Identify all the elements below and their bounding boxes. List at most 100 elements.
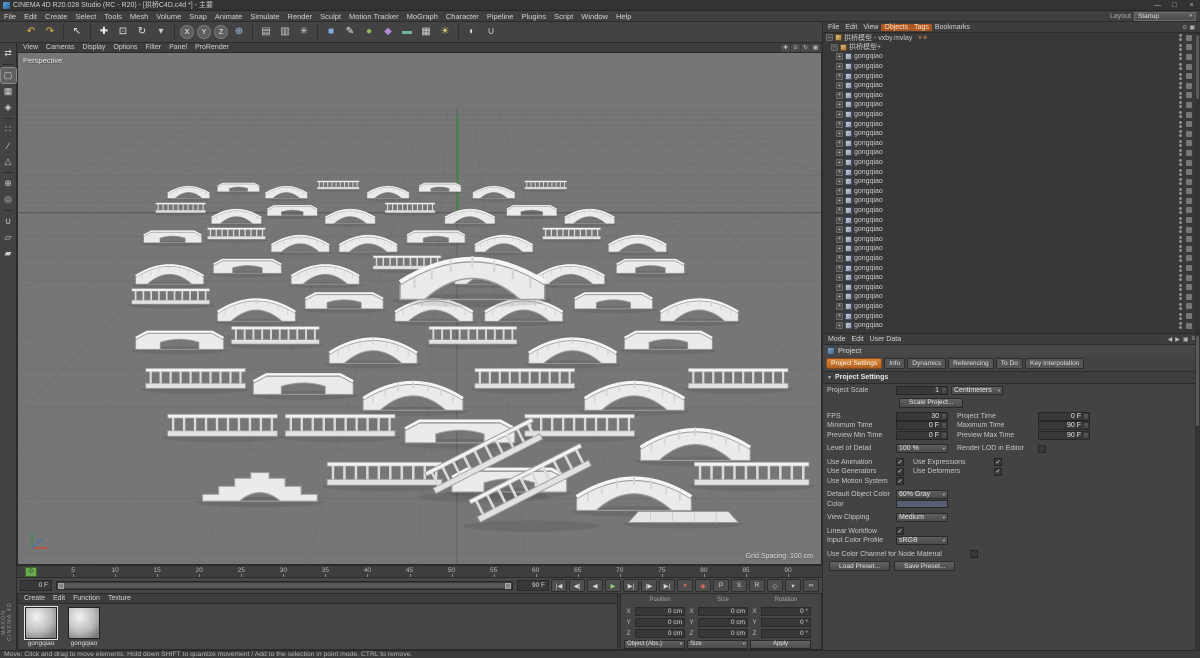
object-row[interactable]: + gongqiao [823, 244, 1195, 254]
expand-icon[interactable]: + [836, 139, 843, 147]
menu-mograph[interactable]: MoGraph [403, 12, 442, 21]
menu-simulate[interactable]: Simulate [246, 12, 283, 21]
add-cube-icon[interactable]: ■ [322, 23, 340, 41]
object-name[interactable]: 拱桥模型+ [849, 42, 881, 52]
visibility-dots[interactable] [1179, 254, 1182, 262]
tab-referencing[interactable]: Referencing [948, 358, 994, 369]
om-menu-objects[interactable]: Objects [881, 23, 912, 31]
pan-view-icon[interactable]: ✚ [781, 43, 790, 52]
object-row[interactable]: + gongqiao [823, 311, 1195, 321]
object-row[interactable]: + gongqiao [823, 196, 1195, 206]
object-row[interactable]: + gongqiao [823, 71, 1195, 81]
range-handle-left[interactable] [58, 583, 64, 589]
fps-field[interactable]: 30 [896, 411, 948, 421]
visibility-dots[interactable] [1179, 274, 1182, 282]
tab-dynamics[interactable]: Dynamics [907, 358, 947, 369]
expand-icon[interactable]: + [836, 72, 843, 80]
add-light-icon[interactable]: ☀ [436, 23, 454, 41]
viewport-menu-panel[interactable]: Panel [165, 44, 191, 51]
next-frame-button[interactable]: ▶| [623, 579, 639, 592]
preview-range-slider[interactable] [56, 581, 513, 590]
record-position-button[interactable]: P [713, 579, 729, 592]
default-object-color-dropdown[interactable]: 60% Gray ▾ [896, 490, 948, 500]
load-preset-button[interactable]: Load Preset... [829, 561, 891, 571]
visibility-dots[interactable] [1179, 283, 1182, 291]
points-mode-icon[interactable]: ∷ [1, 122, 16, 137]
object-name[interactable]: gongqiao [854, 111, 883, 118]
expand-icon[interactable]: + [836, 63, 843, 71]
apply-button[interactable]: Apply [750, 639, 811, 649]
object-row[interactable]: + gongqiao [823, 273, 1195, 283]
rotation-z-field[interactable]: 0 ° [761, 628, 811, 638]
workplane-icon[interactable]: ▱ [1, 230, 16, 245]
layer-tag-icon[interactable] [1186, 130, 1192, 137]
menu-file[interactable]: File [0, 12, 20, 21]
object-row[interactable]: + gongqiao [823, 139, 1195, 149]
play-forward-button[interactable]: ▶ [605, 579, 621, 592]
scale-icon[interactable]: ⊡ [114, 23, 132, 41]
attribute-manager-scrollbar[interactable] [1195, 334, 1200, 650]
model-mode-icon[interactable]: ▢ [0, 67, 17, 84]
render-picture-viewer-icon[interactable]: ▥ [276, 23, 294, 41]
visibility-dots[interactable] [1179, 111, 1182, 119]
object-row[interactable]: + gongqiao [823, 100, 1195, 110]
use-color-channel-for-node-material-checkbox[interactable] [970, 550, 978, 559]
menu-create[interactable]: Create [41, 12, 72, 21]
object-name[interactable]: gongqiao [854, 92, 883, 99]
menu-edit[interactable]: Edit [20, 12, 41, 21]
om-menu-bookmarks[interactable]: Bookmarks [932, 24, 973, 31]
object-row[interactable]: + gongqiao [823, 177, 1195, 187]
visibility-dots[interactable] [1179, 120, 1182, 128]
layer-tag-icon[interactable] [1186, 178, 1192, 185]
texture-mode-icon[interactable]: ▦ [1, 84, 16, 99]
render-view-icon[interactable]: ▤ [257, 23, 275, 41]
visibility-dots[interactable] [1179, 149, 1182, 157]
object-row[interactable]: + gongqiao [823, 110, 1195, 120]
visibility-dots[interactable] [1179, 139, 1182, 147]
object-row[interactable]: + gongqiao [823, 302, 1195, 312]
visibility-dots[interactable] [1179, 216, 1182, 224]
tab-to-do[interactable]: To Do [995, 358, 1023, 369]
material-menu-function[interactable]: Function [69, 595, 104, 602]
expand-icon[interactable]: + [836, 187, 843, 195]
close-button[interactable]: × [1183, 0, 1200, 10]
enable-snap-icon[interactable]: ∪ [1, 214, 16, 229]
last-used-tool-icon[interactable]: ▾ [152, 23, 170, 41]
object-tag-badge[interactable]: v e [918, 34, 927, 41]
move-icon[interactable]: ✚ [95, 23, 113, 41]
coordinate-system-icon[interactable]: ⊕ [230, 23, 248, 41]
toggle-views-icon[interactable]: ▦ [811, 43, 820, 52]
view-clipping-dropdown[interactable]: Medium ▾ [896, 513, 948, 523]
rotate-icon[interactable]: ↻ [133, 23, 151, 41]
display-mode-icon[interactable]: ◐ [463, 23, 481, 41]
rotation-x-field[interactable]: 0 ° [761, 606, 811, 616]
current-frame-field[interactable]: 0 F [20, 580, 52, 591]
add-generator-icon[interactable]: ● [360, 23, 378, 41]
menu-select[interactable]: Select [72, 12, 101, 21]
layer-tag-icon[interactable] [1186, 245, 1192, 252]
history-back-icon[interactable]: ◀ [1168, 336, 1173, 343]
object-name[interactable]: gongqiao [854, 207, 883, 214]
om-lock-icon[interactable]: ▣ [1189, 24, 1195, 31]
menu-snap[interactable]: Snap [185, 12, 211, 21]
layer-tag-icon[interactable] [1186, 255, 1192, 262]
record-scale-button[interactable]: S [731, 579, 747, 592]
workplane-mode-icon[interactable]: ◈ [1, 100, 16, 115]
object-name[interactable]: gongqiao [854, 53, 883, 60]
use-generators-checkbox[interactable]: ✓ [896, 467, 904, 476]
tab-key-interpolation[interactable]: Key Interpolation [1024, 358, 1085, 369]
goto-end-button[interactable]: ▶| [659, 579, 675, 592]
scrollbar-thumb[interactable] [1196, 336, 1199, 426]
visibility-dots[interactable] [1179, 178, 1182, 186]
expand-icon[interactable]: + [836, 159, 843, 167]
object-name[interactable]: gongqiao [854, 322, 883, 329]
om-menu-view[interactable]: View [860, 24, 881, 31]
menu-tools[interactable]: Tools [100, 12, 126, 21]
layer-tag-icon[interactable] [1186, 236, 1192, 243]
viewport-menu-view[interactable]: View [19, 44, 42, 51]
edges-mode-icon[interactable]: ∕ [1, 138, 16, 153]
object-row[interactable]: − 拱桥模型+ [823, 43, 1195, 53]
position-y-field[interactable]: 0 cm [635, 617, 685, 627]
section-header[interactable]: ▼ Project Settings [823, 371, 1200, 384]
object-name[interactable]: gongqiao [854, 63, 883, 70]
